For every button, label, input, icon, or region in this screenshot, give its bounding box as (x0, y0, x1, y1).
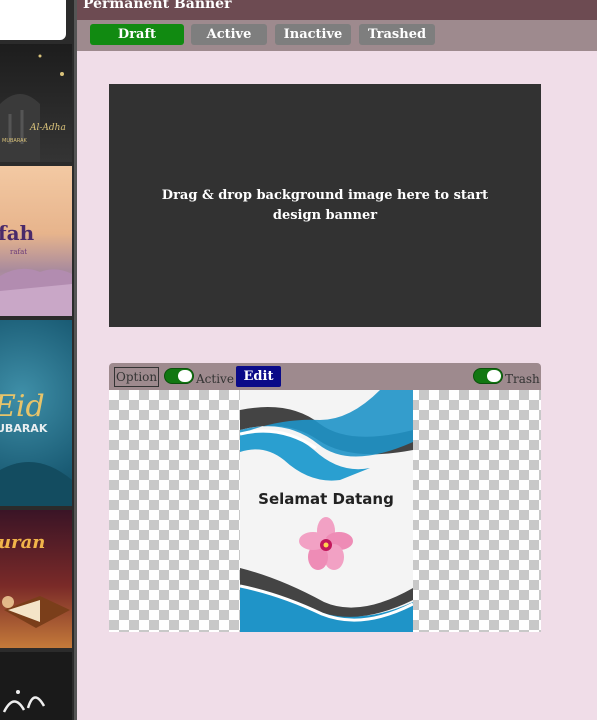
arafah-artwork: fah rafat (0, 221, 72, 316)
trash-toggle[interactable] (473, 368, 503, 384)
mosque-artwork: Al-Adha MUBARAK (0, 54, 66, 162)
thumbnail-sidebar: Al-Adha MUBARAK fah rafat Eid UBARAK ura… (0, 0, 74, 720)
thumbnail-0[interactable] (0, 0, 72, 42)
tab-trashed[interactable]: Trashed (359, 24, 435, 45)
thumbnail-5[interactable] (0, 652, 72, 720)
active-toggle-label: Active (196, 372, 234, 386)
svg-text:uran: uran (0, 532, 45, 553)
quran-artwork: uran (0, 532, 70, 628)
thumbnail-1[interactable]: Al-Adha MUBARAK (0, 44, 72, 162)
banner-preview-image[interactable]: Selamat Datang (240, 390, 413, 632)
background-dropzone[interactable]: Drag & drop background image here to sta… (109, 84, 541, 327)
status-tabs: Draft Active Inactive Trashed (77, 20, 597, 51)
banner-card-toolbar: Option Active Edit Trash (109, 363, 541, 390)
banner-card: Option Active Edit Trash Selamat Datang (109, 363, 541, 632)
tab-inactive[interactable]: Inactive (275, 24, 351, 45)
active-toggle[interactable] (164, 368, 194, 384)
calligraphy-artwork (2, 690, 46, 713)
page-title: Permanent Banner (83, 0, 232, 12)
svg-text:fah: fah (0, 221, 35, 245)
svg-text:Eid: Eid (0, 389, 45, 424)
svg-text:rafat: rafat (10, 248, 27, 256)
thumbnail-3[interactable]: Eid UBARAK (0, 320, 72, 506)
sidebar-divider (74, 0, 77, 720)
dropzone-message: Drag & drop background image here to sta… (161, 187, 489, 223)
tab-active[interactable]: Active (191, 24, 267, 45)
edit-button[interactable]: Edit (236, 366, 281, 387)
thumbnail-2[interactable]: fah rafat (0, 166, 72, 316)
preview-text: Selamat Datang (258, 490, 394, 508)
header-bar: Permanent Banner (77, 0, 597, 20)
tab-draft[interactable]: Draft (90, 24, 184, 45)
eid-artwork: Eid UBARAK (0, 389, 72, 506)
svg-text:MUBARAK: MUBARAK (2, 138, 28, 144)
option-button[interactable]: Option (114, 367, 160, 387)
trash-toggle-label: Trash (505, 372, 540, 386)
thumbnail-4[interactable]: uran (0, 510, 72, 648)
svg-text:Al-Adha: Al-Adha (29, 123, 66, 133)
svg-text:UBARAK: UBARAK (0, 422, 48, 435)
